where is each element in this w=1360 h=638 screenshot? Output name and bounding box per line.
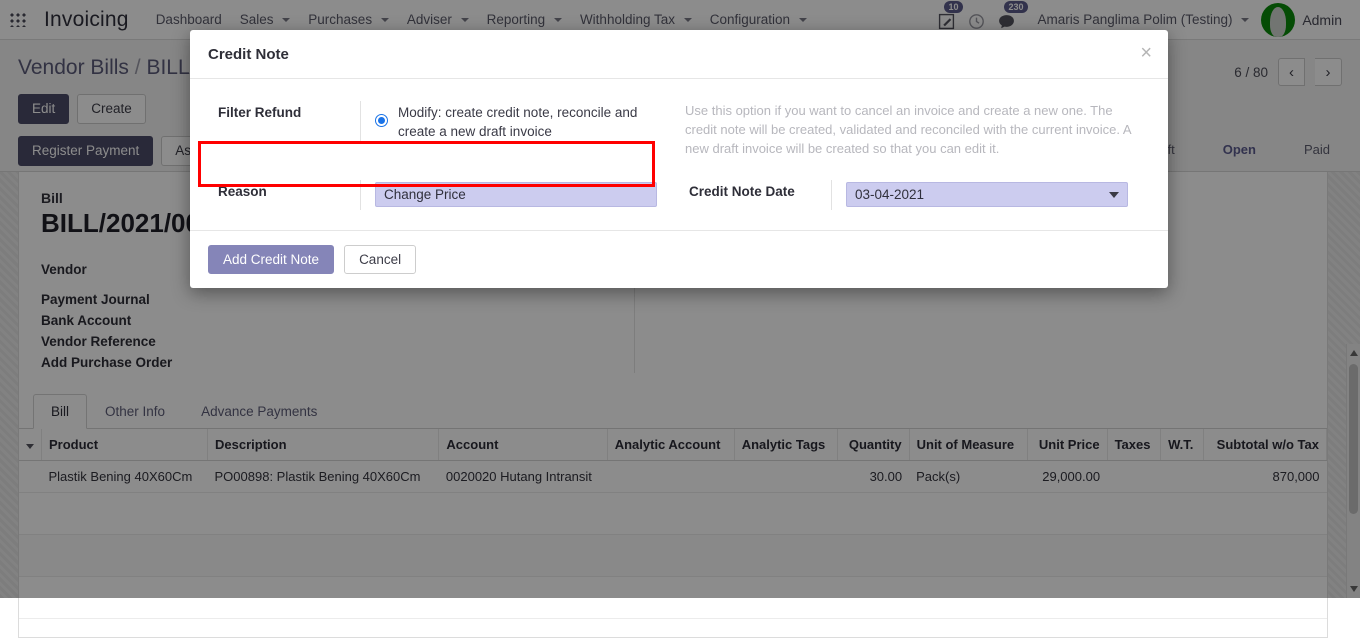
radio-option-label: Modify: create credit note, reconcile an… xyxy=(398,103,668,141)
filter-refund-field: Filter Refund Modify: create credit note… xyxy=(208,101,679,143)
close-icon[interactable]: × xyxy=(1140,44,1152,62)
dialog-title: Credit Note xyxy=(208,46,1148,63)
row-filter-refund: Filter Refund Modify: create credit note… xyxy=(208,101,1150,158)
credit-note-dialog: Credit Note × Filter Refund Modify: crea… xyxy=(190,30,1168,288)
filter-refund-help-cell: Use this option if you want to cancel an… xyxy=(679,101,1150,158)
label-filter-refund: Filter Refund xyxy=(208,101,360,124)
dialog-header: Credit Note × xyxy=(190,30,1168,79)
dialog-footer: Add Credit Note Cancel xyxy=(190,230,1168,288)
row-reason-and-date: Reason Credit Note Date 03-04-2021 xyxy=(208,180,1150,210)
reason-input[interactable] xyxy=(375,182,657,207)
filter-refund-help-text: Use this option if you want to cancel an… xyxy=(679,101,1150,158)
credit-note-date-text: 03-04-2021 xyxy=(855,187,924,202)
radio-option-modify[interactable]: Modify: create credit note, reconcile an… xyxy=(375,103,669,141)
dialog-body: Filter Refund Modify: create credit note… xyxy=(190,79,1168,230)
label-reason: Reason xyxy=(208,180,360,203)
credit-note-date-value: 03-04-2021 xyxy=(831,180,1150,210)
credit-note-date-input[interactable]: 03-04-2021 xyxy=(846,182,1128,207)
chevron-down-icon xyxy=(1109,192,1119,198)
reason-field: Reason xyxy=(208,180,679,210)
filter-refund-value: Modify: create credit note, reconcile an… xyxy=(360,101,679,143)
cancel-button[interactable]: Cancel xyxy=(344,245,416,274)
credit-note-date-field: Credit Note Date 03-04-2021 xyxy=(679,180,1150,210)
reason-value xyxy=(360,180,679,210)
add-credit-note-button[interactable]: Add Credit Note xyxy=(208,245,334,274)
label-credit-note-date: Credit Note Date xyxy=(679,180,831,203)
radio-selected-icon[interactable] xyxy=(375,114,388,127)
